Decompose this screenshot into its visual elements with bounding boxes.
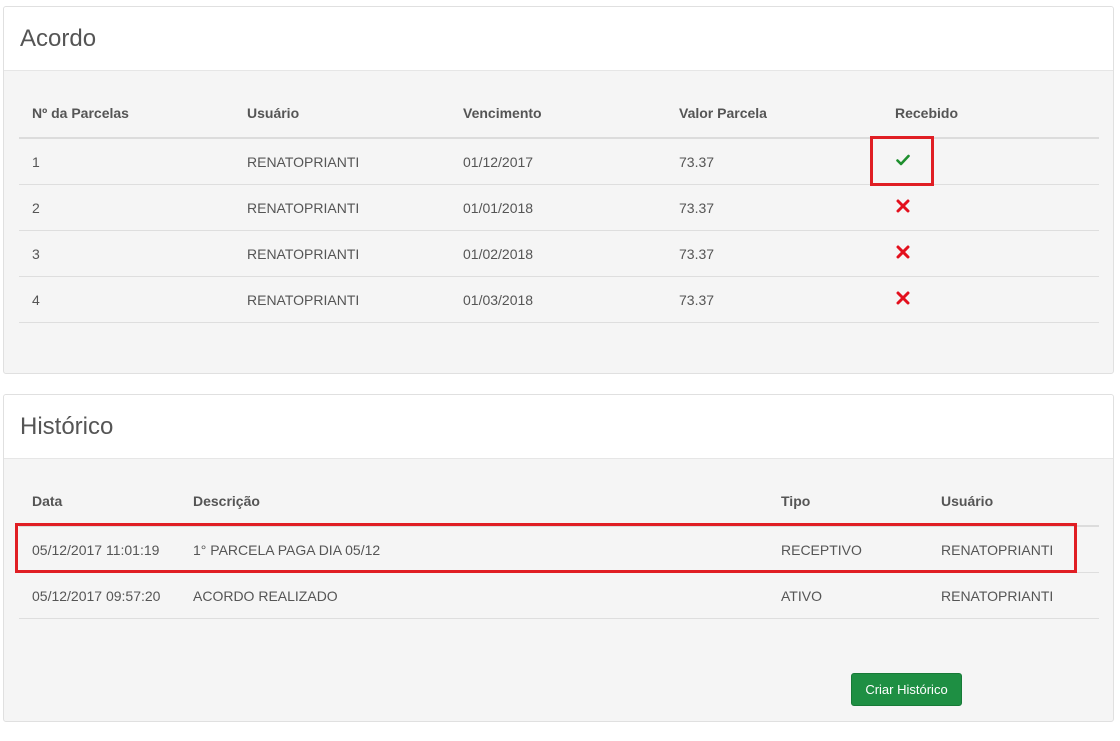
historico-data: 05/12/2017 11:01:19 <box>32 541 160 558</box>
table-row: 2 RENATOPRIANTI 01/01/2018 73.37 <box>19 185 1099 231</box>
parcela-number: 1 <box>32 153 40 170</box>
historico-table-header: Data Descrição Tipo Usuário <box>19 477 1099 527</box>
cross-icon <box>896 245 910 259</box>
historico-data: 05/12/2017 09:57:20 <box>32 587 161 604</box>
parcela-number: 4 <box>32 291 40 308</box>
historico-tipo: ATIVO <box>781 587 822 604</box>
parcela-valor: 73.37 <box>679 245 715 262</box>
cross-icon <box>896 199 910 213</box>
parcela-usuario: RENATOPRIANTI <box>247 153 360 170</box>
historico-panel-heading: Histórico <box>4 395 1113 459</box>
historico-title: Histórico <box>20 412 114 440</box>
col-header-usuario: Usuário <box>941 493 994 509</box>
col-header-parcela: Nº da Parcelas <box>32 105 129 121</box>
criar-historico-button[interactable]: Criar Histórico <box>851 673 962 706</box>
parcela-usuario: RENATOPRIANTI <box>247 291 360 308</box>
historico-tipo: RECEPTIVO <box>781 541 862 558</box>
parcela-vencimento: 01/01/2018 <box>463 199 534 216</box>
parcela-recebido <box>882 153 1099 170</box>
check-icon <box>896 153 910 167</box>
col-header-descricao: Descrição <box>193 493 260 509</box>
table-row: 3 RENATOPRIANTI 01/02/2018 73.37 <box>19 231 1099 277</box>
historico-usuario: RENATOPRIANTI <box>941 541 1054 558</box>
col-header-vencimento: Vencimento <box>463 105 542 121</box>
table-row: 1 RENATOPRIANTI 01/12/2017 73.37 <box>19 139 1099 185</box>
parcela-vencimento: 01/03/2018 <box>463 291 534 308</box>
parcela-usuario: RENATOPRIANTI <box>247 199 360 216</box>
acordo-title: Acordo <box>20 24 97 52</box>
col-header-tipo: Tipo <box>781 493 811 509</box>
table-row: 4 RENATOPRIANTI 01/03/2018 73.37 <box>19 277 1099 323</box>
historico-descricao: 1° PARCELA PAGA DIA 05/12 <box>193 541 381 558</box>
historico-usuario: RENATOPRIANTI <box>941 587 1054 604</box>
acordo-panel: Acordo Nº da Parcelas Usuário Vencimento… <box>3 6 1114 374</box>
parcela-valor: 73.37 <box>679 153 715 170</box>
acordo-table-header: Nº da Parcelas Usuário Vencimento Valor … <box>19 89 1099 139</box>
parcela-recebido <box>882 199 1099 216</box>
parcela-recebido <box>882 245 1099 262</box>
acordo-panel-heading: Acordo <box>4 7 1113 71</box>
parcela-number: 2 <box>32 199 40 216</box>
col-header-valor: Valor Parcela <box>679 105 767 121</box>
historico-descricao: ACORDO REALIZADO <box>193 587 338 604</box>
parcela-recebido <box>882 291 1099 308</box>
historico-table: Data Descrição Tipo Usuário 05/12/2017 1… <box>19 477 1099 619</box>
cross-icon <box>896 291 910 305</box>
col-header-usuario: Usuário <box>247 105 300 121</box>
table-row: 05/12/2017 09:57:20 ACORDO REALIZADO ATI… <box>19 573 1099 619</box>
acordo-table: Nº da Parcelas Usuário Vencimento Valor … <box>19 89 1099 323</box>
parcela-vencimento: 01/12/2017 <box>463 153 534 170</box>
parcela-number: 3 <box>32 245 40 262</box>
parcela-vencimento: 01/02/2018 <box>463 245 534 262</box>
col-header-data: Data <box>32 493 63 509</box>
parcela-usuario: RENATOPRIANTI <box>247 245 360 262</box>
col-header-recebido: Recebido <box>895 105 959 121</box>
table-row: 05/12/2017 11:01:19 1° PARCELA PAGA DIA … <box>19 527 1099 573</box>
parcela-valor: 73.37 <box>679 199 715 216</box>
parcela-valor: 73.37 <box>679 291 715 308</box>
